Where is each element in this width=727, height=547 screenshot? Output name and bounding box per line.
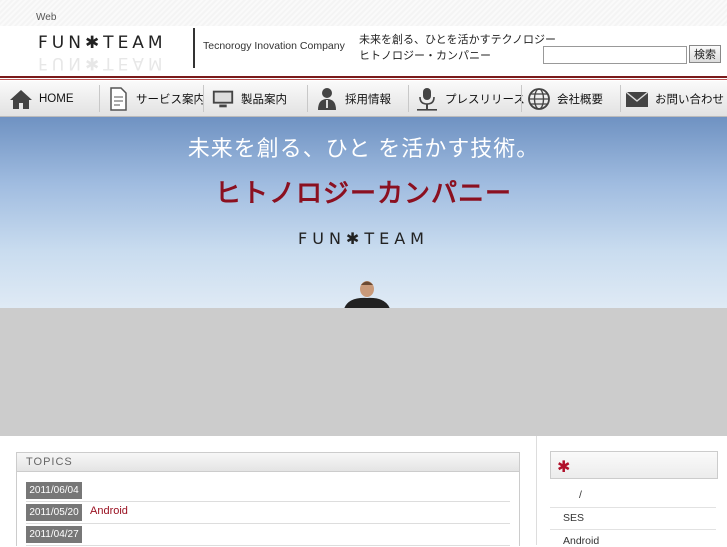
nav-item-contact[interactable]: お問い合わせ [625,81,724,116]
media-placeholder [0,308,727,436]
nav-item-home[interactable]: HOME [9,81,74,116]
nav-item-company[interactable]: 会社概要 [527,81,603,116]
nav-item-recruit[interactable]: 採用情報 [315,81,391,116]
topics-heading: TOPICS [17,453,519,472]
top-strip [0,0,727,26]
web-label: Web [36,12,57,23]
search-button[interactable]: 検索 [689,45,721,63]
tagline: 未来を創る、ひとを活かすテクノロジー ヒトノロジー・カンパニー [359,32,556,64]
header-rule-thin [0,79,727,80]
logo-reflection: FUN✱TEAM [38,53,167,73]
mail-icon [625,87,649,111]
header-rule [0,76,727,78]
hero-banner: 未来を創る、ひと を活かす技術。 ヒトノロジーカンパニー FUN✱TEAM [0,117,727,308]
sidebar-banner[interactable]: ✱ [550,451,718,479]
nav-divider [620,85,621,112]
sidebar-divider [550,507,716,508]
nav-label-recruit: 採用情報 [345,93,391,106]
hero-headline: 未来を創る、ひと を活かす技術。 [187,136,540,161]
nav-label-contact: お問い合わせ [655,93,724,106]
nav-divider [99,85,100,112]
hero-subheadline: ヒトノロジーカンパニー [214,178,512,208]
nav-label-press: プレスリリース [445,93,525,106]
nav-item-products[interactable]: 製品案内 [211,81,287,116]
microphone-icon [415,87,439,111]
nav-divider [408,85,409,112]
hero-person-image [344,281,390,308]
sidebar-link[interactable]: / [579,489,582,501]
nav-divider [521,85,522,112]
monitor-icon [211,87,235,111]
topic-date: 2011/04/27 [26,526,82,543]
topic-title[interactable]: Android [90,505,128,517]
nav-label-services: サービス案内 [136,93,205,106]
logo-divider [193,28,195,68]
column-divider [536,436,537,545]
nav-divider [203,85,204,112]
site-logo[interactable]: FUN✱TEAM FUN✱TEAM [38,33,194,73]
nav-label-company: 会社概要 [557,93,603,106]
nav-label-home: HOME [39,92,74,105]
tagline-line-1: 未来を創る、ひとを活かすテクノロジー [359,34,557,46]
sidebar-link[interactable]: Android [563,535,599,547]
home-icon [9,87,33,111]
topic-date: 2011/05/20 [26,504,82,521]
topic-date: 2011/06/04 [26,482,82,499]
search-input[interactable] [543,46,687,64]
topic-row[interactable]: 2011/04/27 [26,524,510,546]
hero-logo: FUN✱TEAM [298,229,429,248]
nav-label-products: 製品案内 [241,93,287,106]
asterisk-icon: ✱ [557,459,571,476]
nav-item-services[interactable]: サービス案内 [106,81,205,116]
company-name: Tecnorogy Inovation Company [203,40,345,52]
logo-text: FUN✱TEAM [38,33,167,53]
global-nav: HOME サービス案内 製品案内 採用情報 プレスリリース 会社概要 お問い合わ… [0,81,727,117]
nav-item-press[interactable]: プレスリリース [415,81,525,116]
sidebar-link[interactable]: SES [563,512,584,524]
topic-row[interactable]: 2011/06/04 [26,480,510,502]
tagline-line-2: ヒトノロジー・カンパニー [359,50,491,62]
document-icon [106,86,130,111]
nav-divider [307,85,308,112]
topics-panel: TOPICS 2011/06/04 2011/05/20 Android 201… [16,452,520,546]
person-icon [315,87,339,111]
topic-row[interactable]: 2011/05/20 Android [26,502,510,524]
sidebar-divider [550,529,716,530]
globe-icon [527,87,551,111]
